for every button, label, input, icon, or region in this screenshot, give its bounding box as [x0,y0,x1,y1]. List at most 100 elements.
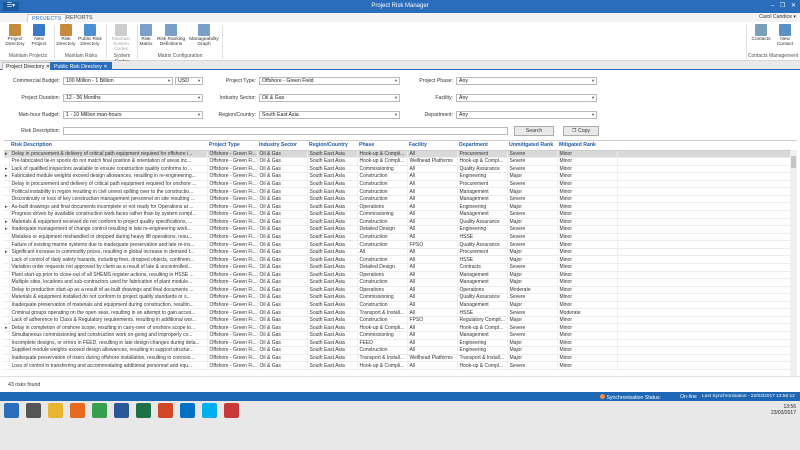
table-row[interactable]: ▸ Delay in completion of onshore scope, r… [4,323,797,332]
user-menu[interactable]: Carol Candice ▾ [759,14,796,20]
risk-ranking-definitions-button[interactable]: Risk Ranking Definitions [156,24,186,47]
table-row[interactable]: Failure of existing marine systems due t… [4,240,797,249]
region-country-select[interactable]: South East Asia ▼ [259,111,400,119]
excel-icon[interactable] [136,403,151,418]
column-mitigated-rank[interactable]: Mitigated Rank [557,141,617,151]
table-row[interactable]: ▸ As-built drawings and final documents i… [4,202,797,211]
table-row[interactable]: Progress driven by available constructio… [4,210,797,219]
cell-facility: All [407,323,458,332]
cell-risk-description: Incomplete designs, or errors in FEED, r… [9,339,208,348]
risk-manager-icon[interactable] [224,403,239,418]
industry-sector-label: Industry Sector: [219,95,256,101]
cell-risk-description: As-built drawings and final documents in… [9,202,208,211]
cell-industry-sector: Oil & Gas [257,354,308,363]
table-row[interactable]: Variation order requests not approved by… [4,263,797,272]
column-facility[interactable]: Facility [407,141,457,151]
table-row[interactable]: ▸ Significant increase in commodity price… [4,248,797,257]
doc-tab-project-directory[interactable]: Project Directory ✕ [2,62,55,70]
cell-unmitigated-rank: Severe [507,180,558,189]
copy-button[interactable]: ❐ Copy [563,126,599,136]
cell-mitigated-rank: Minor [557,293,618,302]
table-row[interactable]: Simultaneous commissioning and construct… [4,331,797,340]
task-view-icon[interactable] [26,403,41,418]
table-row[interactable]: Incomplete designs, or errors in FEED, r… [4,339,797,348]
cell-phase: Construction [357,255,408,264]
cell-unmitigated-rank: Major [507,187,558,196]
column-region-country[interactable]: Region/Country [307,141,357,151]
new-contact-button[interactable]: New Contact [774,24,796,47]
risk-directory-button[interactable]: Risk Directory [56,24,76,47]
project-type-select[interactable]: Offshore - Green Field ▼ [259,77,400,85]
chevron-down-icon: ▼ [591,95,595,100]
cell-facility: All [407,187,458,196]
column-project-type[interactable]: Project Type [207,141,257,151]
column-phase[interactable]: Phase [357,141,407,151]
table-row[interactable]: Pre-fabricated tie-in spools do not matc… [4,157,797,166]
manhour-budget-select[interactable]: 1 - 10 Million man-hours ▼ [63,111,203,119]
project-duration-label: Project Duration: [21,95,60,101]
cell-industry-sector: Oil & Gas [257,263,308,272]
table-row[interactable]: Multiple sites, locations and sub-contra… [4,278,797,287]
contacts-button[interactable]: Contacts [750,24,772,42]
powerpoint-icon[interactable] [158,403,173,418]
column-department[interactable]: Department [457,141,507,151]
close-icon[interactable]: ✕ [103,64,107,70]
project-phase-select[interactable]: Any ▼ [456,77,597,85]
table-row[interactable]: ▸ Inadequate management of change control… [4,225,797,234]
word-icon[interactable] [114,403,129,418]
new-project-button[interactable]: New Project [28,24,50,47]
table-row[interactable]: ▸ Materials & equipment received do not c… [4,218,797,227]
commercial-budget-select[interactable]: 100 Million - 1 Billion ▼ [63,77,173,85]
outlook-icon[interactable] [180,403,195,418]
maintain-system-codes-button[interactable]: Maintain System Codes [106,24,136,53]
table-row[interactable]: Lack of adherence to Class & Regulatory … [4,316,797,325]
doc-tab-public-risk-directory[interactable]: Public Risk Directory ✕ [50,62,112,70]
project-directory-button[interactable]: Project Directory [4,24,26,47]
tab-reports[interactable]: REPORTS [62,14,97,22]
department-select[interactable]: Any ▼ [456,111,597,119]
column-industry-sector[interactable]: Industry Sector [257,141,307,151]
close-button[interactable]: ✕ [789,2,798,10]
table-row[interactable]: ▸ Delay in procurement & delivery of crit… [4,150,797,159]
table-row[interactable]: ▸ Fabricated module weights exceed design… [4,172,797,181]
table-row[interactable]: Criminal groups operating on the open se… [4,308,797,317]
table-row[interactable]: Delay to production start-up as a result… [4,286,797,295]
table-row[interactable]: Mistakes or equipment mishandled or drop… [4,233,797,242]
table-row[interactable]: Inadequate preservation of risers during… [4,354,797,363]
scrollbar-thumb[interactable] [791,156,796,168]
cell-facility: All [407,286,458,295]
industry-sector-select[interactable]: Oil & Gas ▼ [259,94,400,102]
risk-description-input[interactable] [63,127,508,135]
table-row[interactable]: Political instability in region resultin… [4,187,797,196]
cell-region-country: South East Asia [307,331,358,340]
table-row[interactable]: ▸ Lack of qualified inspectors available … [4,165,797,174]
row-filler [617,218,797,227]
table-row[interactable]: Inadequate preservation of materials and… [4,301,797,310]
table-row[interactable]: Discontinuity or loss of key constructio… [4,195,797,204]
search-button[interactable]: Search [514,126,554,136]
cell-region-country: South East Asia [307,157,358,166]
manageability-graph-button[interactable]: Manageability Graph [187,24,221,47]
table-row[interactable]: Lack of control of daily safety hazards,… [4,255,797,264]
column-unmitigated-rank[interactable]: Unmitigated Rank [507,141,557,151]
cell-industry-sector: Oil & Gas [257,157,308,166]
restore-button[interactable]: ❐ [778,2,787,10]
column-risk-description[interactable]: Risk Description [9,141,207,151]
tab-projects[interactable]: PROJECTS [27,14,67,22]
risk-matrix-button[interactable]: Risk Matrix [138,24,154,47]
facility-select[interactable]: Any ▼ [456,94,597,102]
table-row[interactable]: Plant start-up prior to close-out of all… [4,271,797,280]
public-risk-directory-button[interactable]: Public Risk Directory [76,24,104,47]
file-explorer-icon[interactable] [48,403,63,418]
table-row[interactable]: Loss of control in transferring and acco… [4,361,797,370]
vertical-scrollbar[interactable] [790,150,797,376]
minimize-button[interactable]: – [768,2,777,10]
table-row[interactable]: Materials & equipment installed do not c… [4,293,797,302]
start-icon[interactable] [4,403,19,418]
skype-icon[interactable] [202,403,217,418]
project-duration-select[interactable]: 12 - 36 Months ▼ [63,94,203,102]
firefox-icon[interactable] [70,403,85,418]
table-row[interactable]: Delay in procurement and delivery of cri… [4,180,797,189]
table-row[interactable]: Supplied module weights exceed design al… [4,346,797,355]
chrome-icon[interactable] [92,403,107,418]
